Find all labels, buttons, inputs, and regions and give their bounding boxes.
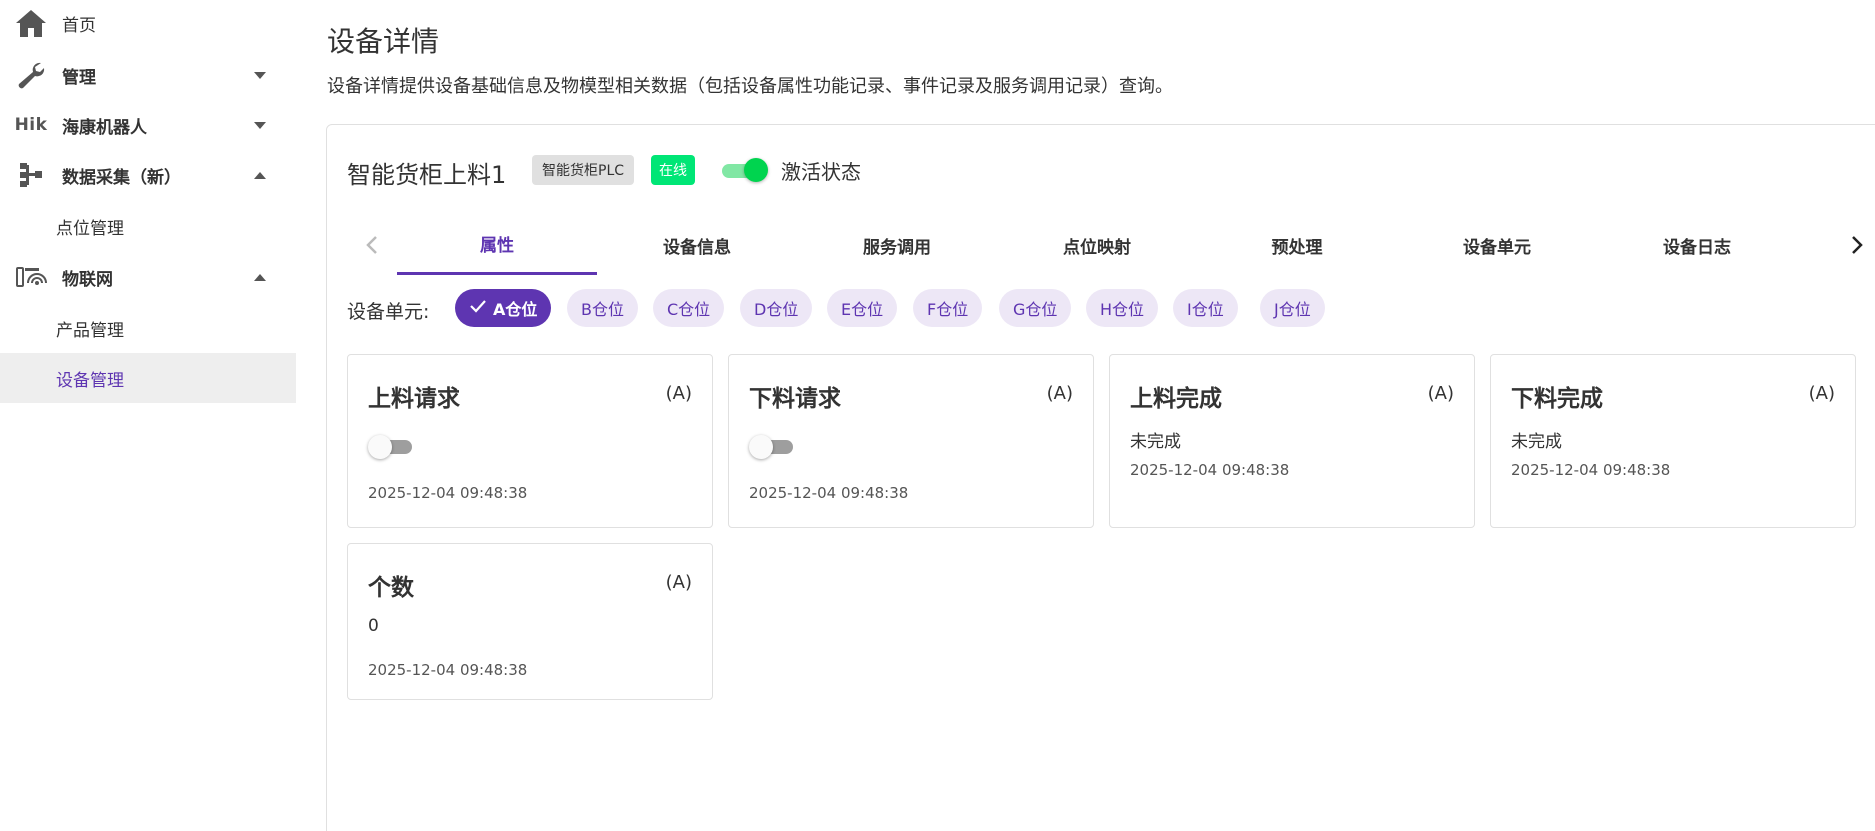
status-badge: 在线 (651, 155, 695, 185)
property-card: 上料请求 (A) 2025-12-04 09:48:38 (347, 354, 713, 528)
sidebar-item-label: 数据采集（新） (62, 167, 181, 188)
unit-chip-g[interactable]: G仓位 (999, 289, 1072, 327)
property-card: 个数 (A) 0 2025-12-04 09:48:38 (347, 543, 713, 700)
tab-device-info[interactable]: 设备信息 (597, 215, 797, 275)
property-unit: (A) (1046, 383, 1073, 404)
tab-properties[interactable]: 属性 (397, 215, 597, 275)
sidebar-subitem-point-management[interactable]: 点位管理 (0, 201, 296, 251)
property-title: 上料请求 (368, 386, 460, 412)
property-value: 0 (368, 616, 379, 636)
sidebar-item-home[interactable]: 首页 (0, 0, 296, 46)
unit-chip-f[interactable]: F仓位 (913, 289, 983, 327)
property-unit: (A) (665, 572, 692, 593)
page-title: 设备详情 (327, 25, 440, 58)
sidebar-item-label: 管理 (62, 67, 96, 88)
tree-icon (14, 160, 48, 190)
property-timestamp: 2025-12-04 09:48:38 (368, 484, 528, 502)
property-title: 上料完成 (1130, 386, 1222, 412)
chevron-down-icon[interactable] (254, 121, 266, 129)
property-value: 未完成 (1130, 432, 1181, 452)
sidebar-item-label: 设备管理 (56, 370, 124, 391)
tab-point-mapping[interactable]: 点位映射 (997, 215, 1197, 275)
activate-label: 激活状态 (781, 160, 861, 184)
sidebar-subitem-device-management[interactable]: 设备管理 (0, 353, 296, 403)
unit-chip-e[interactable]: E仓位 (827, 289, 898, 327)
tab-device-log[interactable]: 设备日志 (1597, 215, 1797, 275)
hik-logo-icon: Hik (14, 115, 48, 135)
iot-icon (14, 262, 48, 292)
chevron-up-icon[interactable] (254, 273, 266, 281)
property-title: 下料完成 (1511, 386, 1603, 412)
tab-bar: 属性 设备信息 服务调用 点位映射 预处理 设备单元 设备日志 (347, 215, 1875, 275)
property-title: 下料请求 (749, 386, 841, 412)
device-name: 智能货柜上料1 (347, 161, 507, 189)
home-icon (14, 8, 48, 38)
property-card: 下料请求 (A) 2025-12-04 09:48:38 (728, 354, 1094, 528)
property-timestamp: 2025-12-04 09:48:38 (749, 484, 909, 502)
sidebar: 首页 管理 Hik 海康机器人 数据采集（新） 点位管理 物联网 产品管理 设备… (0, 0, 296, 831)
sidebar-item-iot[interactable]: 物联网 (0, 252, 296, 302)
property-card: 下料完成 (A) 未完成 2025-12-04 09:48:38 (1490, 354, 1856, 528)
unit-chip-b[interactable]: B仓位 (567, 289, 638, 327)
check-icon (469, 298, 487, 318)
unit-chip-a[interactable]: A仓位 (455, 289, 552, 327)
property-switch[interactable] (368, 435, 416, 459)
property-timestamp: 2025-12-04 09:48:38 (368, 661, 528, 679)
tab-service-call[interactable]: 服务调用 (797, 215, 997, 275)
page-description: 设备详情提供设备基础信息及物模型相关数据（包括设备属性功能记录、事件记录及服务调… (327, 76, 1173, 97)
sidebar-item-label: 产品管理 (56, 320, 124, 341)
tab-preprocess[interactable]: 预处理 (1197, 215, 1397, 275)
unit-chip-h[interactable]: H仓位 (1086, 289, 1159, 327)
sidebar-item-label: 海康机器人 (62, 117, 147, 138)
property-unit: (A) (1427, 383, 1454, 404)
property-switch[interactable] (749, 435, 797, 459)
unit-label: 设备单元: (347, 301, 430, 323)
sidebar-item-data-collection[interactable]: 数据采集（新） (0, 150, 296, 200)
unit-chip-c[interactable]: C仓位 (653, 289, 725, 327)
property-unit: (A) (665, 383, 692, 404)
chevron-up-icon[interactable] (254, 171, 266, 179)
tab-device-unit[interactable]: 设备单元 (1397, 215, 1597, 275)
sidebar-item-hikrobot[interactable]: Hik 海康机器人 (0, 100, 296, 150)
sidebar-item-management[interactable]: 管理 (0, 50, 296, 100)
property-card: 上料完成 (A) 未完成 2025-12-04 09:48:38 (1109, 354, 1475, 528)
property-value: 未完成 (1511, 432, 1562, 452)
unit-chip-j[interactable]: J仓位 (1260, 289, 1325, 327)
activate-toggle[interactable] (722, 158, 768, 182)
sidebar-item-label: 物联网 (62, 269, 113, 290)
sidebar-item-label: 首页 (62, 15, 96, 36)
property-timestamp: 2025-12-04 09:48:38 (1511, 461, 1671, 479)
device-detail-card: 智能货柜上料1 智能货柜PLC 在线 激活状态 属性 设备信息 服务调用 点位映… (326, 124, 1875, 831)
chevron-right-icon[interactable] (1832, 215, 1875, 275)
wrench-icon (14, 60, 48, 90)
chevron-down-icon[interactable] (254, 71, 266, 79)
property-unit: (A) (1808, 383, 1835, 404)
chevron-left-icon[interactable] (347, 215, 397, 275)
property-timestamp: 2025-12-04 09:48:38 (1130, 461, 1290, 479)
main-content: 设备详情 设备详情提供设备基础信息及物模型相关数据（包括设备属性功能记录、事件记… (296, 0, 1875, 831)
sidebar-item-label: 点位管理 (56, 218, 124, 239)
sidebar-subitem-product-management[interactable]: 产品管理 (0, 303, 296, 353)
product-chip: 智能货柜PLC (532, 155, 635, 185)
unit-chip-d[interactable]: D仓位 (740, 289, 813, 327)
unit-chip-label: A仓位 (493, 300, 538, 319)
unit-chip-i[interactable]: I仓位 (1173, 289, 1238, 327)
property-title: 个数 (368, 575, 414, 601)
